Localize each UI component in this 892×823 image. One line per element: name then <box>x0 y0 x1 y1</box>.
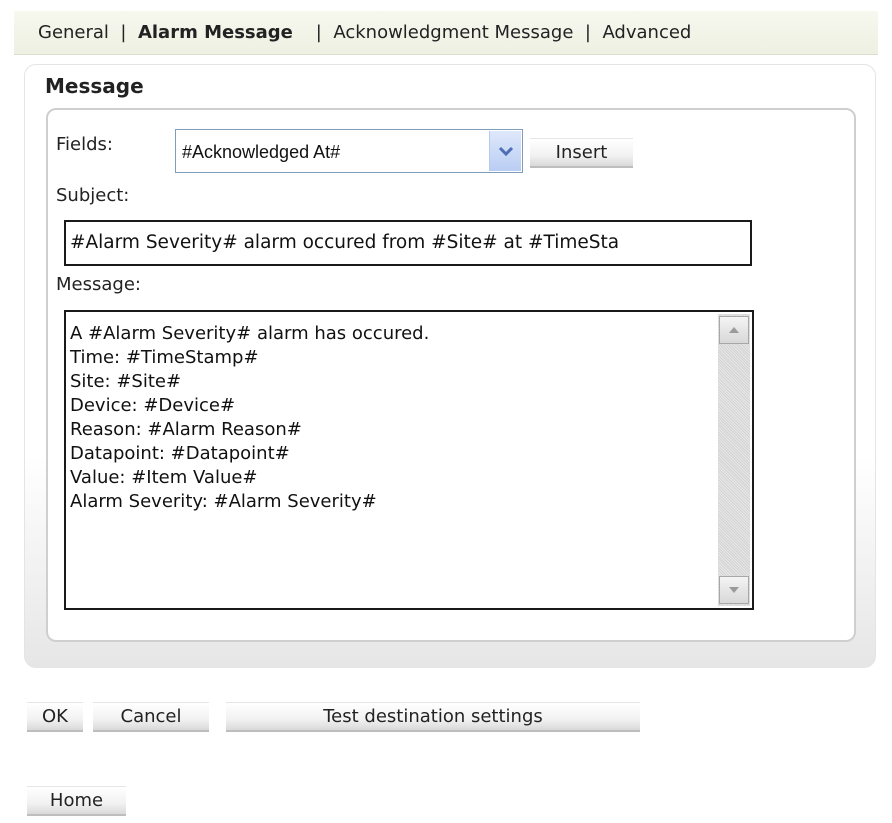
fields-select[interactable]: #Acknowledged At# <box>175 129 523 173</box>
message-textarea[interactable]: A #Alarm Severity# alarm has occured. Ti… <box>64 310 754 610</box>
tab-acknowledgment-message[interactable]: Acknowledgment Message <box>333 22 573 43</box>
tab-separator: | <box>315 22 322 43</box>
message-text[interactable]: A #Alarm Severity# alarm has occured. Ti… <box>70 322 710 514</box>
tab-alarm-message[interactable]: Alarm Message <box>138 22 293 43</box>
cancel-button[interactable]: Cancel <box>93 702 209 732</box>
ok-button[interactable]: OK <box>27 702 83 732</box>
home-button[interactable]: Home <box>27 786 126 816</box>
tab-separator: | <box>584 22 591 43</box>
fields-label: Fields: <box>56 134 113 155</box>
message-label: Message: <box>56 274 141 295</box>
insert-button[interactable]: Insert <box>530 138 633 168</box>
test-destination-button[interactable]: Test destination settings <box>226 702 640 732</box>
tab-bar: General | Alarm Message | Acknowledgment… <box>14 11 878 55</box>
tab-separator: | <box>120 22 127 43</box>
fields-select-value: #Acknowledged At# <box>182 142 341 162</box>
tab-general[interactable]: General <box>38 22 109 43</box>
arrow-up-icon[interactable] <box>719 316 749 344</box>
arrow-down-icon[interactable] <box>719 576 749 604</box>
tab-advanced[interactable]: Advanced <box>602 22 691 43</box>
section-title: Message <box>45 74 144 98</box>
subject-input[interactable]: #Alarm Severity# alarm occured from #Sit… <box>64 220 752 266</box>
subject-label: Subject: <box>56 185 130 206</box>
chevron-down-icon[interactable] <box>489 131 521 171</box>
message-scrollbar[interactable] <box>718 314 750 606</box>
